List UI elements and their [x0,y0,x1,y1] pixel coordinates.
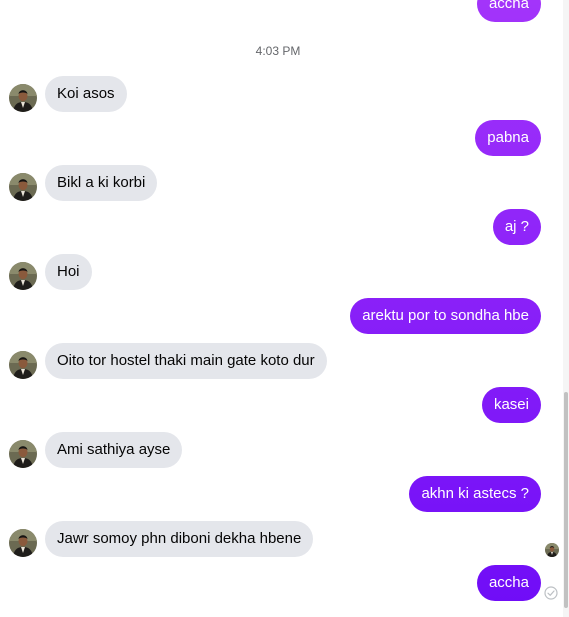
incoming-message[interactable]: Bikl a ki korbi [45,165,158,201]
message-timestamp: 4:03 PM [255,44,301,58]
outgoing-message[interactable]: akhn ki astecs ? [409,476,541,512]
scrollbar-thumb[interactable] [564,392,568,608]
outgoing-message[interactable]: pabna [475,120,541,156]
incoming-message[interactable]: Ami sathiya ayse [45,432,183,468]
incoming-message[interactable]: Koi asos [45,76,127,112]
outgoing-message[interactable]: arektu por to sondha hbe [350,298,541,334]
incoming-message[interactable]: Jawr somoy phn diboni dekha hbene [45,521,314,557]
contact-avatar-icon[interactable] [9,173,37,201]
contact-avatar-icon[interactable] [9,440,37,468]
bottom-strip [0,608,569,617]
contact-avatar-icon[interactable] [9,529,37,557]
contact-avatar-icon[interactable] [9,84,37,112]
incoming-message[interactable]: Oito tor hostel thaki main gate koto dur [45,343,327,379]
chat-window: accha 4:03 PM Koi asos pabna Bikl a ki k… [0,0,569,617]
sent-check-icon [544,586,558,600]
outgoing-message[interactable]: accha [476,565,541,601]
outgoing-message[interactable]: kasei [481,387,541,423]
seen-avatar-icon [545,543,559,557]
contact-avatar-icon[interactable] [9,351,37,379]
contact-avatar-icon[interactable] [9,262,37,290]
outgoing-message[interactable]: accha [476,0,541,22]
incoming-message[interactable]: Hoi [45,254,92,290]
outgoing-message[interactable]: aj ? [492,209,541,245]
